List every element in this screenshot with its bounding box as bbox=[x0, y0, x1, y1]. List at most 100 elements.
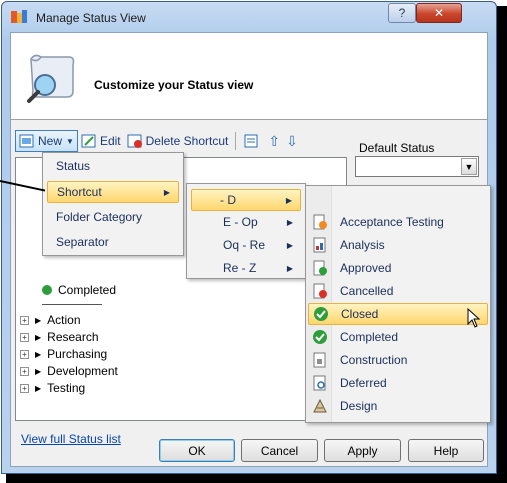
properties-button[interactable] bbox=[240, 130, 265, 152]
arrow-down-icon: ⇩ bbox=[286, 132, 298, 149]
submenu-arrow-icon: ▶ bbox=[285, 195, 292, 205]
tree-item-label: Testing bbox=[47, 381, 86, 395]
menu-item-analysis[interactable]: Analysis bbox=[308, 234, 488, 256]
tree-item-label: Purchasing bbox=[47, 347, 108, 361]
tree-item-purchasing[interactable]: + ▶ Purchasing bbox=[20, 346, 107, 362]
menu-item-separator[interactable]: Separator bbox=[47, 231, 179, 253]
menu-item-construction[interactable]: Construction bbox=[308, 349, 488, 371]
tree-item-completed[interactable]: Completed bbox=[20, 282, 116, 298]
status-submenu: Acceptance Testing Analysis Approved Can… bbox=[305, 185, 491, 423]
tree-separator bbox=[42, 304, 102, 305]
expand-icon[interactable]: + bbox=[20, 332, 29, 342]
menu-item-d[interactable]: - D ▶ bbox=[191, 189, 301, 211]
folder-arrow-icon: ▶ bbox=[35, 349, 42, 359]
title-bar[interactable]: Manage Status View ? ✕ bbox=[2, 2, 496, 32]
tree-item-label: Action bbox=[47, 313, 81, 327]
menu-item-closed[interactable]: Closed bbox=[308, 303, 488, 328]
menu-item-label: Shortcut bbox=[57, 185, 102, 199]
menu-item-shortcut[interactable]: Shortcut ▶ bbox=[47, 181, 179, 203]
check-icon bbox=[42, 285, 52, 295]
new-menu: Status Shortcut ▶ Folder Category Separa… bbox=[42, 152, 184, 256]
help-caption-button[interactable]: ? bbox=[388, 3, 416, 23]
menu-item-e-op[interactable]: E - Op ▶ bbox=[191, 211, 301, 233]
shadow-bottom bbox=[6, 474, 507, 483]
menu-item-label: E - Op bbox=[223, 215, 258, 229]
menu-item-label: Closed bbox=[341, 307, 379, 321]
toolbar-separator bbox=[235, 132, 237, 150]
help-button[interactable]: Help bbox=[408, 439, 484, 462]
tree-item-action[interactable]: + ▶ Action bbox=[20, 312, 81, 328]
submenu-arrow-icon: ▶ bbox=[286, 263, 293, 273]
combo-dropdown-icon[interactable]: ▼ bbox=[461, 158, 477, 175]
menu-item-label: Oq - Re bbox=[223, 238, 266, 252]
mouse-cursor-icon bbox=[467, 308, 481, 328]
menu-item-label: Design bbox=[340, 399, 378, 413]
properties-icon bbox=[244, 134, 258, 148]
tree-item-label: Completed bbox=[58, 283, 117, 297]
tree-item-research[interactable]: + ▶ Research bbox=[20, 329, 99, 345]
menu-item-label: Folder Category bbox=[56, 210, 143, 224]
expand-icon[interactable]: + bbox=[20, 366, 29, 376]
delete-shortcut-button[interactable]: Delete Shortcut bbox=[124, 130, 232, 152]
app-icon bbox=[11, 10, 27, 23]
check-icon bbox=[314, 307, 328, 321]
apply-button[interactable]: Apply bbox=[324, 439, 401, 462]
menu-item-label: Status bbox=[56, 159, 91, 173]
new-label: New bbox=[38, 134, 63, 148]
submenu-arrow-icon: ▶ bbox=[286, 240, 293, 250]
expand-icon[interactable]: + bbox=[20, 383, 29, 393]
header-title: Customize your Status view bbox=[94, 78, 254, 92]
view-full-status-link[interactable]: View full Status list bbox=[21, 432, 121, 446]
menu-item-label: Construction bbox=[340, 353, 408, 367]
edit-icon bbox=[81, 134, 96, 148]
shadow-right bbox=[497, 6, 507, 483]
menu-item-label: Deferred bbox=[340, 376, 387, 390]
menu-item-completed[interactable]: Completed bbox=[308, 326, 488, 348]
menu-item-label: Approved bbox=[340, 261, 392, 275]
edit-button[interactable]: Edit bbox=[78, 130, 124, 152]
move-down-button[interactable]: ⇩ bbox=[283, 130, 301, 152]
tree-item-label: Research bbox=[47, 330, 99, 344]
menu-item-acceptance-testing[interactable]: Acceptance Testing bbox=[308, 211, 488, 233]
folder-arrow-icon: ▶ bbox=[35, 332, 42, 342]
arrow-up-icon: ⇧ bbox=[268, 132, 281, 149]
tree-item-development[interactable]: + ▶ Development bbox=[20, 363, 118, 379]
delete-label: Delete Shortcut bbox=[145, 134, 229, 148]
menu-item-label: Completed bbox=[340, 330, 399, 344]
folder-arrow-icon: ▶ bbox=[35, 366, 42, 376]
expand-icon[interactable]: + bbox=[20, 349, 29, 359]
menu-item-label: - D bbox=[220, 193, 236, 207]
menu-item-label: Separator bbox=[56, 235, 109, 249]
default-status-label: Default Status bbox=[359, 141, 435, 155]
check-icon bbox=[313, 330, 327, 344]
close-button[interactable]: ✕ bbox=[416, 3, 462, 23]
cancelled-icon bbox=[313, 283, 327, 299]
default-status-combo[interactable]: ▼ bbox=[355, 156, 479, 177]
approved-icon bbox=[313, 260, 327, 276]
menu-item-design[interactable]: Design bbox=[308, 395, 488, 417]
menu-item-re-z[interactable]: Re - Z ▶ bbox=[191, 257, 301, 279]
menu-item-status[interactable]: Status bbox=[47, 155, 179, 177]
menu-item-label: Re - Z bbox=[223, 261, 257, 275]
window-title: Manage Status View bbox=[36, 11, 146, 25]
menu-item-approved[interactable]: Approved bbox=[308, 257, 488, 279]
move-up-button[interactable]: ⇧ bbox=[265, 130, 283, 152]
submenu-arrow-icon: ▶ bbox=[286, 217, 293, 227]
analysis-icon bbox=[313, 237, 326, 253]
folder-arrow-icon: ▶ bbox=[35, 383, 42, 393]
menu-item-label: Acceptance Testing bbox=[340, 215, 444, 229]
menu-item-cancelled[interactable]: Cancelled bbox=[308, 280, 488, 302]
tree-item-label: Development bbox=[47, 364, 118, 378]
new-button[interactable]: New ▼ bbox=[15, 130, 78, 152]
expand-icon[interactable]: + bbox=[20, 315, 29, 325]
design-icon bbox=[313, 398, 327, 413]
menu-item-oq-re[interactable]: Oq - Re ▶ bbox=[191, 234, 301, 256]
menu-item-deferred[interactable]: Deferred bbox=[308, 372, 488, 394]
tree-item-testing[interactable]: + ▶ Testing bbox=[20, 380, 85, 396]
header-panel: Customize your Status view bbox=[11, 33, 487, 120]
menu-item-folder-category[interactable]: Folder Category bbox=[47, 206, 179, 228]
cancel-button[interactable]: Cancel bbox=[241, 439, 318, 462]
ok-button[interactable]: OK bbox=[159, 439, 235, 462]
menu-item-label: Cancelled bbox=[340, 284, 394, 298]
edit-label: Edit bbox=[99, 134, 121, 148]
